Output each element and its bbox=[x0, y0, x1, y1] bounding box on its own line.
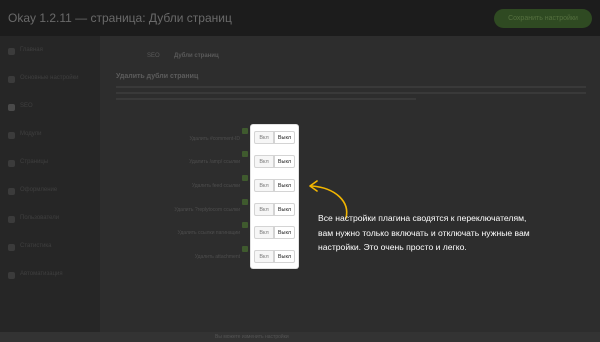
breadcrumb-current: Дубли страниц bbox=[174, 53, 219, 59]
home-icon bbox=[8, 48, 15, 55]
toggle-off-option[interactable]: Выкл bbox=[274, 131, 295, 144]
toggle-switch[interactable]: Вкл Выкл bbox=[254, 250, 295, 263]
help-icon[interactable] bbox=[242, 246, 248, 252]
toggle-on-option[interactable]: Вкл bbox=[254, 179, 274, 192]
sidebar-item-home[interactable]: Главная bbox=[0, 44, 100, 60]
sidebar-item-label: Оформление bbox=[20, 187, 58, 193]
sidebar-item-label: Страницы bbox=[20, 159, 49, 165]
toggle-on-option[interactable]: Вкл bbox=[254, 203, 274, 216]
sidebar-item-automation[interactable]: Автоматизация bbox=[0, 268, 100, 284]
sidebar-item-users[interactable]: Пользователи bbox=[0, 212, 100, 228]
sidebar-item-label: Главная bbox=[20, 47, 43, 53]
sidebar-item-design[interactable]: Оформление bbox=[0, 184, 100, 200]
setting-label: Удалить attachment bbox=[194, 254, 240, 260]
top-bar: Okay 1.2.11 — страница: Дубли страниц Со… bbox=[0, 0, 600, 36]
sidebar-item-modules[interactable]: Модули bbox=[0, 128, 100, 144]
setting-label: Удалить ссылки пагинации bbox=[177, 230, 240, 236]
save-settings-button[interactable]: Сохранить настройки bbox=[494, 9, 592, 28]
sidebar-item-label: Автоматизация bbox=[20, 271, 63, 277]
toggle-off-option[interactable]: Выкл bbox=[274, 250, 295, 263]
user-icon bbox=[8, 216, 15, 223]
sidebar-item-label: Основные настройки bbox=[20, 75, 79, 81]
footer-bar bbox=[0, 332, 600, 342]
sidebar-item-label: Модули bbox=[20, 131, 42, 137]
section-title: Удалить дубли страниц bbox=[116, 73, 199, 80]
puzzle-icon bbox=[8, 132, 15, 139]
star-icon bbox=[8, 104, 15, 111]
chart-icon bbox=[8, 244, 15, 251]
sidebar-item-seo[interactable]: SEO bbox=[0, 100, 100, 116]
toggle-switch[interactable]: Вкл Выкл bbox=[254, 131, 295, 144]
tutorial-callout-text: Все настройки плагина сводятся к переклю… bbox=[318, 213, 530, 252]
toggle-switch[interactable]: Вкл Выкл bbox=[254, 226, 295, 239]
setting-label: Удалить #comment-ID bbox=[189, 136, 241, 142]
sidebar-item-label: Пользователи bbox=[20, 215, 60, 221]
toggle-switch[interactable]: Вкл Выкл bbox=[254, 155, 295, 168]
toggle-off-option[interactable]: Выкл bbox=[274, 203, 295, 216]
section-description-line bbox=[116, 86, 586, 88]
toggle-off-option[interactable]: Выкл bbox=[274, 226, 295, 239]
help-icon[interactable] bbox=[242, 175, 248, 181]
toggle-on-option[interactable]: Вкл bbox=[254, 131, 274, 144]
sidebar-item-pages[interactable]: Страницы bbox=[0, 156, 100, 172]
bolt-icon bbox=[8, 272, 15, 279]
toggle-on-option[interactable]: Вкл bbox=[254, 250, 274, 263]
footer-text: Вы можете изменить настройки bbox=[215, 334, 289, 340]
page-icon bbox=[8, 160, 15, 167]
toggle-off-option[interactable]: Выкл bbox=[274, 155, 295, 168]
help-icon[interactable] bbox=[242, 128, 248, 134]
sidebar: Главная Основные настройки SEO Модули Ст… bbox=[0, 36, 100, 342]
gear-icon bbox=[8, 76, 15, 83]
toggle-switch[interactable]: Вкл Выкл bbox=[254, 203, 295, 216]
setting-label: Удалить feed ссылки bbox=[191, 183, 240, 189]
toggles-panel: Вкл Выкл Вкл Выкл Вкл Выкл Вкл Выкл Вкл … bbox=[251, 125, 298, 268]
app-title: Okay 1.2.11 — страница: Дубли страниц bbox=[8, 11, 232, 25]
sidebar-item-label: Статистика bbox=[20, 243, 52, 249]
sidebar-item-settings[interactable]: Основные настройки bbox=[0, 72, 100, 88]
setting-label: Удалить /amp/ ссылки bbox=[189, 159, 240, 165]
brush-icon bbox=[8, 188, 15, 195]
sidebar-item-stats[interactable]: Статистика bbox=[0, 240, 100, 256]
breadcrumb-parent[interactable]: SEO bbox=[147, 53, 160, 59]
sidebar-item-label: SEO bbox=[20, 103, 33, 109]
setting-label: Удалить ?replytocom ссылки bbox=[174, 207, 240, 213]
help-icon[interactable] bbox=[242, 151, 248, 157]
toggle-on-option[interactable]: Вкл bbox=[254, 226, 274, 239]
toggle-switch[interactable]: Вкл Выкл bbox=[254, 179, 295, 192]
help-icon[interactable] bbox=[242, 199, 248, 205]
help-icon[interactable] bbox=[242, 222, 248, 228]
section-description-line bbox=[116, 98, 416, 100]
toggle-off-option[interactable]: Выкл bbox=[274, 179, 295, 192]
section-description-line bbox=[116, 92, 586, 94]
toggle-on-option[interactable]: Вкл bbox=[254, 155, 274, 168]
